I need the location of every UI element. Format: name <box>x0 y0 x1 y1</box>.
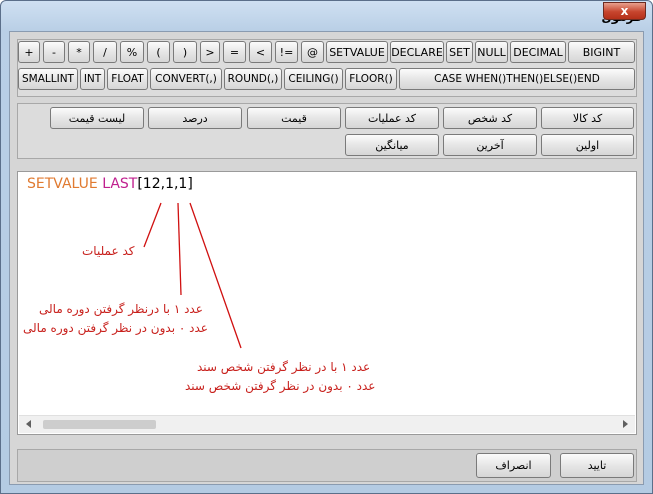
field-button-price-list[interactable]: لیست قیمت <box>50 107 144 129</box>
operator-button-percent[interactable]: % <box>120 41 144 63</box>
scroll-left-icon[interactable] <box>26 420 31 428</box>
arrow-fiscal-period <box>177 202 182 296</box>
field-button-operation-code[interactable]: کد عملیات <box>345 107 439 129</box>
function-button-round[interactable]: ROUND(,) <box>224 68 282 90</box>
keyword-button-setvalue[interactable]: SETVALUE <box>326 41 388 63</box>
field-button-price[interactable]: قیمت <box>247 107 341 129</box>
function-button-floor[interactable]: FLOOR() <box>345 68 397 90</box>
horizontal-scrollbar[interactable] <box>19 415 635 433</box>
confirm-button[interactable]: تایید <box>560 453 634 478</box>
scroll-thumb[interactable] <box>43 420 156 429</box>
keyword-button-declare[interactable]: DECLARE <box>390 41 444 63</box>
type-button-bigint[interactable]: BIGINT <box>568 41 635 63</box>
operator-button-open-paren[interactable]: ( <box>147 41 170 63</box>
type-button-float[interactable]: FLOAT <box>107 68 148 90</box>
formula-window: فرمول x + - * / % ( ) > = < != @ SETVALU… <box>0 0 653 494</box>
field-button-percent[interactable]: درصد <box>148 107 242 129</box>
operator-button-close-paren[interactable]: ) <box>173 41 197 63</box>
annotation-fiscal-line1: عدد ۱ با درنظر گرفتن دوره مالی <box>39 302 203 316</box>
keyword-button-null[interactable]: NULL <box>475 41 508 63</box>
close-button[interactable]: x <box>603 2 646 20</box>
operator-button-equals[interactable]: = <box>223 41 246 63</box>
keyword-button-set[interactable]: SET <box>446 41 473 63</box>
function-button-ceiling[interactable]: CEILING() <box>284 68 343 90</box>
field-button-person-code[interactable]: کد شخص <box>443 107 537 129</box>
operator-button-multiply[interactable]: * <box>68 41 90 63</box>
scroll-right-icon[interactable] <box>623 420 628 428</box>
arrow-operation-code <box>143 202 162 248</box>
operator-button-at[interactable]: @ <box>301 41 324 63</box>
function-button-convert[interactable]: CONVERT(,) <box>150 68 222 90</box>
operator-button-minus[interactable]: - <box>43 41 65 63</box>
field-button-item-code[interactable]: کد کالا <box>541 107 634 129</box>
operator-button-plus[interactable]: + <box>18 41 40 63</box>
type-button-decimal[interactable]: DECIMAL <box>510 41 566 63</box>
operator-button-not-equal[interactable]: != <box>275 41 298 63</box>
annotation-operation-code: کد عملیات <box>82 244 135 258</box>
annotation-fiscal-line2: عدد ۰ بدون در نظر گرفتن دوره مالی <box>23 321 208 335</box>
type-button-int[interactable]: INT <box>80 68 105 90</box>
aggregate-button-last[interactable]: آخرین <box>443 134 537 156</box>
aggregate-button-first[interactable]: اولین <box>541 134 634 156</box>
annotation-person-line1: عدد ۱ با در نظر گرفتن شخص سند <box>197 360 371 374</box>
function-button-case-when[interactable]: CASE WHEN()THEN()ELSE()END <box>399 68 635 90</box>
operator-button-divide[interactable]: / <box>93 41 117 63</box>
cancel-button[interactable]: انصراف <box>476 453 551 478</box>
operator-button-less[interactable]: < <box>249 41 272 63</box>
operator-button-greater[interactable]: > <box>200 41 220 63</box>
aggregate-button-average[interactable]: میانگین <box>345 134 439 156</box>
title-bar: فرمول x <box>1 1 652 31</box>
formula-editor[interactable]: SETVALUE LAST[12,1,1] کد عملیات عدد ۱ با… <box>17 171 637 435</box>
type-button-smallint[interactable]: SMALLINT <box>18 68 78 90</box>
annotation-person-line2: عدد ۰ بدون در نظر گرفتن شخص سند <box>185 379 376 393</box>
